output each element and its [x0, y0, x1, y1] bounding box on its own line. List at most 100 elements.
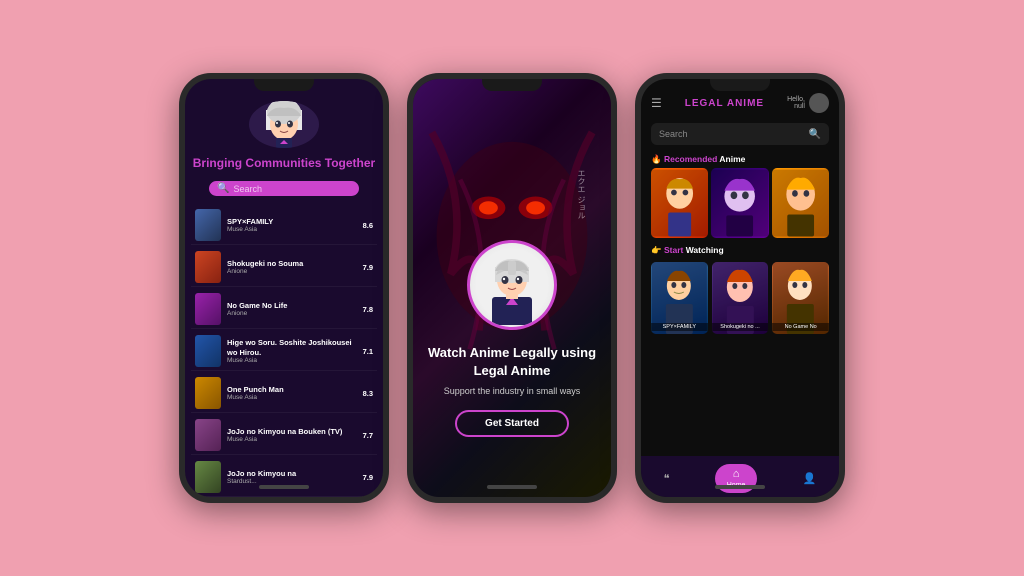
anime-source: Anione	[227, 268, 357, 275]
anime-thumb	[195, 251, 221, 283]
recommended-text: Recomended	[664, 154, 717, 164]
get-started-button[interactable]: Get Started	[455, 410, 569, 437]
anime-name: SPY×FAMILY	[227, 217, 357, 227]
banner-card-2[interactable]	[711, 168, 768, 238]
home-icon: ⌂	[733, 468, 740, 480]
anime-source: Muse Asia	[227, 226, 357, 233]
anime-info: JoJo no Kimyou na Bouken (TV) Muse Asia	[227, 427, 357, 444]
anime-thumb	[195, 419, 221, 451]
phone2-main-title: Watch Anime Legally using Legal Anime	[427, 344, 597, 380]
anime-score: 7.9	[363, 473, 373, 482]
anime-info: SPY×FAMILY Muse Asia	[227, 217, 357, 234]
jp-text-overlay: エクエ ジョル	[576, 169, 587, 219]
anime-thumb	[195, 209, 221, 241]
anime-thumb	[195, 335, 221, 367]
phone3-search-bar[interactable]: Search 🔍	[651, 123, 829, 145]
anime-name: JoJo no Kimyou na Bouken (TV)	[227, 427, 357, 437]
search-icon: 🔍	[809, 129, 821, 140]
anime-list: SPY×FAMILY Muse Asia 8.6 Shokugeki no So…	[185, 206, 383, 497]
phone1-search-placeholder: Search	[233, 184, 262, 194]
phone2-content: エクエ ジョル	[413, 79, 611, 497]
anime-name: One Punch Man	[227, 385, 357, 395]
phone-3: ☰ LEGAL ANIME Hello, null Search 🔍	[635, 73, 845, 503]
list-item[interactable]: JoJo no Kimyou na Stardust... 7.9	[191, 458, 377, 497]
phone2-subtitle: Support the industry in small ways	[444, 386, 581, 396]
anime-info: JoJo no Kimyou na Stardust...	[227, 469, 357, 486]
home-bar-3	[715, 485, 765, 489]
phone1-title: Bringing Communities Together	[193, 156, 375, 172]
start-suffix: Watching	[686, 245, 724, 255]
profile-icon: 👤	[803, 472, 817, 485]
watch-cards-grid: SPY×FAMILY Shokugeki no ...	[641, 259, 839, 337]
home-bar-1	[259, 485, 309, 489]
anime-source: Anione	[227, 310, 357, 317]
app-logo: LEGAL ANIME	[685, 98, 764, 109]
anime-thumb	[195, 293, 221, 325]
anime-thumb	[195, 461, 221, 493]
user-avatar[interactable]	[809, 93, 829, 113]
phone-1: Bringing Communities Together 🔍 Search S…	[179, 73, 389, 503]
nav-profile[interactable]: 👤	[803, 472, 817, 485]
list-item[interactable]: No Game No Life Anione 7.8	[191, 290, 377, 329]
watch-card-label-2: Shokugeki no ...	[712, 323, 769, 331]
anime-name: Hige wo Soru. Soshite Joshikousei wo Hir…	[227, 338, 357, 358]
character-icon	[472, 245, 552, 325]
list-item[interactable]: Shokugeki no Souma Anione 7.9	[191, 248, 377, 287]
watch-card-2[interactable]: Shokugeki no ...	[712, 262, 769, 334]
phone1-avatar	[249, 101, 319, 148]
phone2-character-circle	[467, 240, 557, 330]
anime-name: Shokugeki no Souma	[227, 259, 357, 269]
recommended-emoji: 🔥	[651, 154, 662, 164]
anime-info: Hige wo Soru. Soshite Joshikousei wo Hir…	[227, 338, 357, 365]
hamburger-menu-icon[interactable]: ☰	[651, 96, 662, 110]
anime-source: Muse Asia	[227, 436, 357, 443]
anime-score: 7.9	[363, 263, 373, 272]
hello-greeting: Hello, null	[787, 96, 805, 110]
phone1-content: Bringing Communities Together 🔍 Search S…	[185, 79, 383, 497]
anime-name: JoJo no Kimyou na	[227, 469, 357, 479]
search-label: Search	[659, 129, 688, 139]
recommended-suffix: Anime	[719, 154, 745, 164]
phone-2: エクエ ジョル	[407, 73, 617, 503]
phone3-content: ☰ LEGAL ANIME Hello, null Search 🔍	[641, 79, 839, 497]
anime-info: Shokugeki no Souma Anione	[227, 259, 357, 276]
list-item[interactable]: JoJo no Kimyou na Bouken (TV) Muse Asia …	[191, 416, 377, 455]
recommended-banner	[641, 168, 839, 238]
banner-art-2	[711, 168, 768, 238]
start-watching-label: 👉 Start Watching	[641, 242, 839, 259]
anime-info: No Game No Life Anione	[227, 301, 357, 318]
anime-score: 7.1	[363, 347, 373, 356]
phone1-search-bar[interactable]: 🔍 Search	[209, 181, 359, 196]
start-text: Start	[664, 245, 683, 255]
anime-score: 7.7	[363, 431, 373, 440]
watch-card-3[interactable]: No Game No	[772, 262, 829, 334]
anime-thumb	[195, 377, 221, 409]
anime-score: 7.8	[363, 305, 373, 314]
banner-art-3	[772, 168, 829, 238]
home-bar-2	[487, 485, 537, 489]
list-item[interactable]: One Punch Man Muse Asia 8.3	[191, 374, 377, 413]
hello-text: Hello, null	[787, 96, 805, 110]
watch-card-1[interactable]: SPY×FAMILY	[651, 262, 708, 334]
phone2-screen: エクエ ジョル	[413, 79, 611, 497]
nav-quotes[interactable]: ❝	[664, 472, 670, 485]
anime-name: No Game No Life	[227, 301, 357, 311]
anime-info: One Punch Man Muse Asia	[227, 385, 357, 402]
banner-art-1	[651, 168, 708, 238]
watch-card-label-1: SPY×FAMILY	[651, 323, 708, 331]
start-emoji: 👉	[651, 245, 662, 255]
quotes-icon: ❝	[664, 472, 670, 485]
anime-source: Muse Asia	[227, 357, 357, 364]
recommended-section-label: 🔥 Recomended Anime	[641, 149, 839, 168]
list-item[interactable]: SPY×FAMILY Muse Asia 8.6	[191, 206, 377, 245]
list-item[interactable]: Hige wo Soru. Soshite Joshikousei wo Hir…	[191, 332, 377, 371]
search-icon: 🔍	[217, 183, 229, 194]
header-user-area: Hello, null	[787, 93, 829, 113]
anime-source: Muse Asia	[227, 394, 357, 401]
banner-card-1[interactable]	[651, 168, 708, 238]
phone1-screen: Bringing Communities Together 🔍 Search S…	[185, 79, 383, 497]
anime-character-icon	[254, 101, 314, 148]
notch-1	[254, 79, 314, 91]
banner-card-3[interactable]	[772, 168, 829, 238]
anime-score: 8.3	[363, 389, 373, 398]
